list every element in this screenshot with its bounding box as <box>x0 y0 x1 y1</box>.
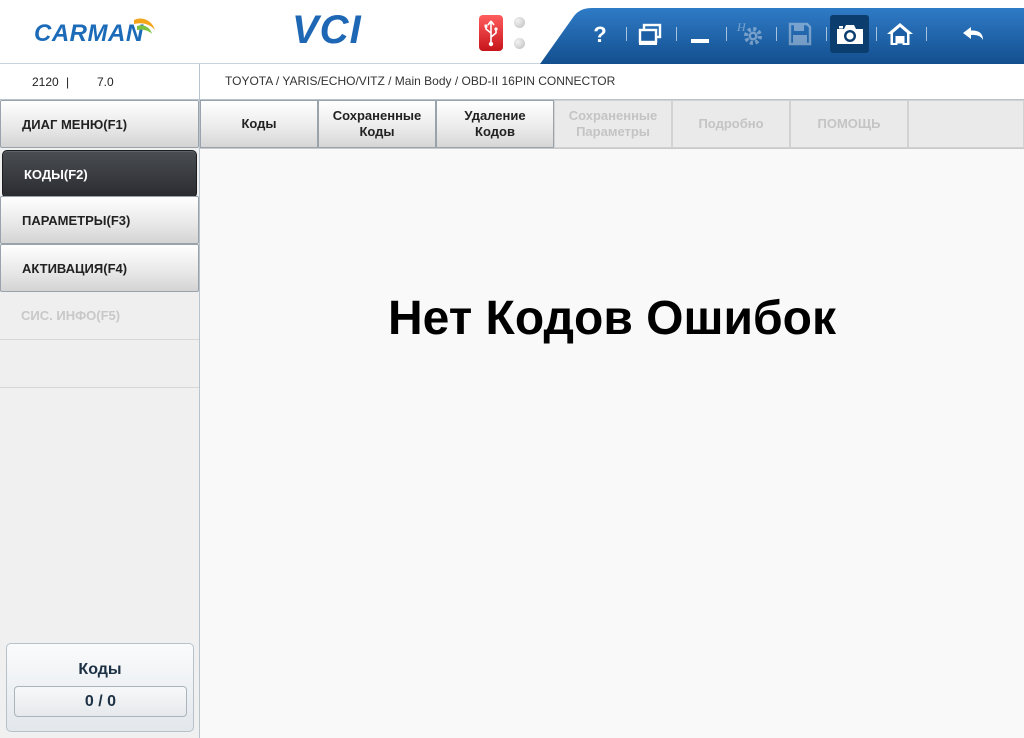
main-content: Нет Кодов Ошибок <box>200 148 1024 738</box>
window-restore-icon <box>638 23 662 45</box>
app-header: CARMAN VCI ? H <box>0 0 1024 64</box>
save-button[interactable] <box>782 16 818 52</box>
breadcrumb: TOYOTA / YARIS/ECHO/VITZ / Main Body / O… <box>225 74 616 88</box>
home-icon <box>887 23 913 45</box>
screenshot-button[interactable] <box>830 15 869 53</box>
menu-item-activation[interactable]: АКТИВАЦИЯ(F4) <box>0 244 199 292</box>
tab-saved-parameters[interactable]: Сохраненные Параметры <box>554 100 672 148</box>
svg-text:H: H <box>736 20 747 34</box>
usb-status-icon <box>479 15 503 51</box>
info-bar: 2120 | 7.0 TOYOTA / YARIS/ECHO/VITZ / Ma… <box>0 64 1024 100</box>
version-info: 2120 | 7.0 <box>0 64 200 99</box>
tab-saved-codes[interactable]: Сохраненные Коды <box>318 100 436 148</box>
database-version: 2120 <box>32 75 59 89</box>
help-button[interactable]: ? <box>582 16 618 52</box>
back-button[interactable] <box>956 16 992 52</box>
home-button[interactable] <box>882 16 918 52</box>
menu-item-codes[interactable]: КОДЫ(F2) <box>2 150 197 198</box>
function-tabs: Коды Сохраненные Коды Удаление Кодов Сох… <box>200 100 1024 148</box>
codes-count: 0 / 0 <box>14 686 187 717</box>
back-arrow-icon <box>963 27 983 40</box>
svg-text:?: ? <box>593 22 606 46</box>
menu-item-parameters[interactable]: ПАРАМЕТРЫ(F3) <box>0 196 199 244</box>
tab-details[interactable]: Подробно <box>672 100 790 148</box>
menu-item-empty <box>0 340 199 388</box>
window-toolbar: ? H <box>540 6 1024 64</box>
no-codes-message: Нет Кодов Ошибок <box>387 292 837 345</box>
carman-logo: CARMAN <box>34 18 155 46</box>
tab-filler <box>908 100 1024 148</box>
settings-button[interactable]: H <box>732 16 768 52</box>
camera-icon <box>836 25 863 44</box>
status-led-bottom <box>514 38 525 49</box>
svg-text:CARMAN: CARMAN <box>34 20 144 46</box>
tab-codes[interactable]: Коды <box>200 100 318 148</box>
menu-item-diag-menu[interactable]: ДИАГ МЕНЮ(F1) <box>0 100 199 148</box>
menu-item-sys-info[interactable]: СИС. ИНФО(F5) <box>0 292 199 340</box>
status-led-top <box>514 17 525 28</box>
minimize-icon <box>691 39 709 43</box>
question-icon: ? <box>593 22 606 46</box>
codes-panel-title: Коды <box>78 661 122 678</box>
codes-summary-panel: Коды 0 / 0 <box>6 643 194 732</box>
tab-erase-codes[interactable]: Удаление Кодов <box>436 100 554 148</box>
left-menu: ДИАГ МЕНЮ(F1) КОДЫ(F2) ПАРАМЕТРЫ(F3) АКТ… <box>0 100 200 738</box>
product-title: VCI <box>292 8 362 52</box>
window-button[interactable] <box>632 16 668 52</box>
software-version: 7.0 <box>97 75 114 89</box>
tab-help[interactable]: ПОМОЩЬ <box>790 100 908 148</box>
gear-icon: H <box>736 20 762 45</box>
minimize-button[interactable] <box>682 16 718 52</box>
floppy-disk-icon <box>788 22 812 46</box>
version-separator: | <box>66 75 70 89</box>
